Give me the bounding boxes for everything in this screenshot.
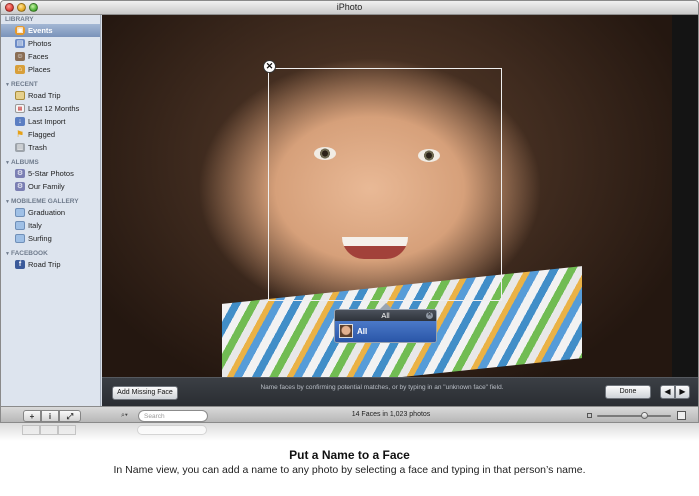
done-button[interactable]: Done [605,385,651,399]
sidebar-item-label: Road Trip [28,91,61,100]
photo-viewer: ✕ All ✕ All [102,15,698,377]
title-bar: iPhoto [1,1,698,15]
name-suggestion-popup: All ✕ All [334,309,437,343]
sidebar-item-italy[interactable]: Italy [1,219,100,232]
mobileme-header[interactable]: MOBILEME GALLERY [1,197,100,206]
sidebar-item-trash[interactable]: ▥ Trash [1,141,100,154]
sidebar-item-events[interactable]: ▣ Events [1,24,100,37]
name-field-value: All [381,311,390,320]
zoom-slider[interactable] [597,412,671,419]
sidebar-item-graduation[interactable]: Graduation [1,206,100,219]
sidebar-item-photos[interactable]: ▤ Photos [1,37,100,50]
flag-icon: ⚑ [15,129,25,139]
event-thumbnail-icon [15,91,25,100]
sidebar-item-label: Our Family [28,182,65,191]
import-icon: ↓ [15,117,25,126]
reflection-search [137,425,207,435]
caption-title: Put a Name to a Face [289,448,410,462]
sidebar-item-last-12-months[interactable]: ▦ Last 12 Months [1,102,100,115]
face-count-status: 14 Faces in 1,023 photos [351,411,431,418]
sidebar-item-label: Road Trip [28,260,61,269]
smart-album-icon: ⚙ [15,169,25,178]
info-icon[interactable]: i [41,410,59,422]
remove-face-icon[interactable]: ✕ [263,60,276,73]
source-list: LIBRARY ▣ Events ▤ Photos ☺ Faces ⌂ Plac… [1,15,101,406]
sidebar-item-last-import[interactable]: ↓ Last Import [1,115,100,128]
small-thumbnail-icon [587,413,592,418]
faces-icon: ☺ [15,52,25,61]
faces-toolbar: Add Missing Face Name faces by confirmin… [102,377,698,406]
library-header: LIBRARY [5,16,34,23]
photos-icon: ▤ [15,39,25,48]
events-icon: ▣ [15,26,25,35]
large-thumbnail-icon [677,411,686,420]
left-arrow-icon[interactable]: ◀ [660,385,675,399]
sidebar-item-surfing[interactable]: Surfing [1,232,100,245]
search-field: ⌕▾ [121,410,209,422]
sidebar-item-5-star-photos[interactable]: ⚙ 5-Star Photos [1,167,100,180]
fullscreen-icon[interactable]: ⤢ [59,410,81,422]
bottom-toolbar: + i ⤢ ⌕▾ 14 Faces in 1,023 photos [1,406,698,422]
zoom-slider-knob[interactable] [640,412,648,419]
reflection-button [58,425,76,435]
reflection-button [22,425,40,435]
smart-album-icon: ⚙ [15,182,25,191]
sidebar-item-label: Flagged [28,130,56,139]
calendar-icon: ▦ [15,104,25,113]
sidebar-item-faces[interactable]: ☺ Faces [1,50,100,63]
suggestion-item[interactable]: All [335,321,436,342]
caption-body: In Name view, you can add a name to any … [113,464,586,476]
sidebar-item-flagged[interactable]: ⚑ Flagged [1,128,100,141]
sidebar-item-label: Last 12 Months [28,104,80,113]
places-icon: ⌂ [15,65,25,74]
sidebar-item-label: Last Import [28,117,66,126]
name-field[interactable]: All ✕ [335,310,436,321]
reflection-button [40,425,58,435]
cloud-icon [15,208,25,217]
sidebar-item-facebook-road-trip[interactable]: f Road Trip [1,258,100,271]
sidebar-item-label: Photos [28,39,52,48]
albums-header[interactable]: ALBUMS [1,158,100,167]
naming-hint: Name faces by confirming potential match… [260,384,504,391]
sidebar-item-label: Trash [28,143,47,152]
search-icon[interactable]: ⌕▾ [121,410,137,422]
face-selection-box[interactable] [268,68,502,301]
add-missing-face-button[interactable]: Add Missing Face [112,386,178,400]
trash-icon: ▥ [15,143,25,152]
facebook-icon: f [15,260,25,269]
add-icon[interactable]: + [23,410,41,422]
sidebar-item-our-family[interactable]: ⚙ Our Family [1,180,100,193]
suggestion-label: All [357,327,368,336]
search-input[interactable] [138,410,208,422]
sidebar-item-road-trip[interactable]: Road Trip [1,89,100,102]
cloud-icon [15,234,25,243]
right-arrow-icon[interactable]: ▶ [675,385,690,399]
sidebar-item-label: 5-Star Photos [28,169,74,178]
window-reflection [0,423,699,441]
sidebar-item-label: Surfing [28,234,52,243]
sidebar-item-label: Italy [28,221,42,230]
recent-header[interactable]: RECENT [1,80,100,89]
iphoto-window: iPhoto LIBRARY ▣ Events ▤ Photos ☺ Faces… [0,0,699,423]
screenshot-stage: iPhoto LIBRARY ▣ Events ▤ Photos ☺ Faces… [0,0,699,496]
clear-field-icon[interactable]: ✕ [426,312,433,319]
sidebar-item-label: Events [28,26,53,35]
sidebar-item-label: Graduation [28,208,66,217]
sidebar-item-label: Faces [28,52,49,61]
window-title: iPhoto [336,2,363,12]
face-thumbnail [339,324,353,338]
sidebar-item-label: Places [28,65,51,74]
cloud-icon [15,221,25,230]
facebook-header[interactable]: FACEBOOK [1,249,100,258]
sidebar-item-places[interactable]: ⌂ Places [1,63,100,76]
